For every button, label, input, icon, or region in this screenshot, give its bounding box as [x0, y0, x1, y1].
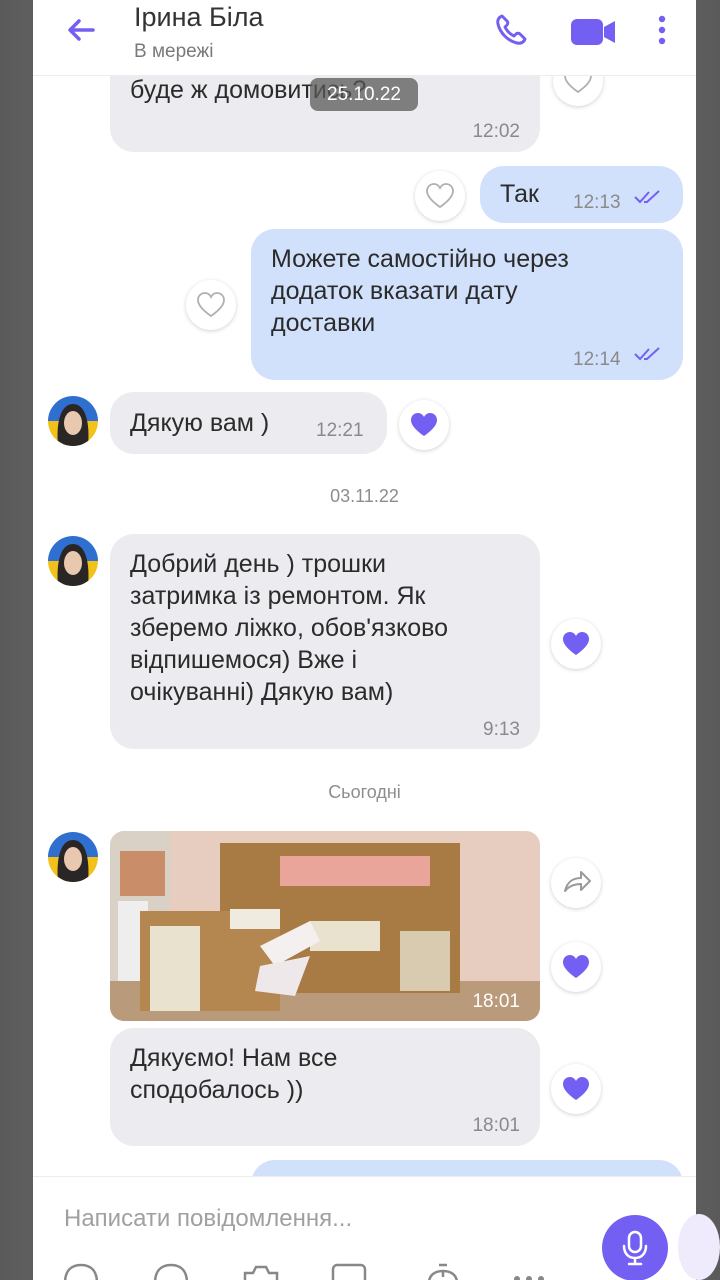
gallery-icon[interactable]: [151, 1263, 191, 1280]
avatar[interactable]: [48, 832, 98, 882]
avatar[interactable]: [48, 536, 98, 586]
message-text: Можете самостійно через додаток вказати …: [271, 245, 569, 337]
avatar[interactable]: [48, 396, 98, 446]
read-receipt-icon: [634, 190, 660, 204]
photo-message[interactable]: 18:01: [110, 831, 540, 1021]
message-time: 18:01: [472, 1115, 520, 1136]
message-time: 12:13: [573, 192, 621, 213]
more-vertical-icon[interactable]: [649, 10, 675, 50]
message-time: 18:01: [472, 991, 520, 1012]
message-bubble[interactable]: [251, 1160, 683, 1176]
message-bubble[interactable]: Дякую вам ) 12:21: [110, 392, 387, 454]
microphone-icon: [622, 1230, 648, 1266]
message-bubble[interactable]: Дякуємо! Нам все сподобалось )) 18:01: [110, 1028, 540, 1146]
more-options-icon[interactable]: [509, 1263, 549, 1280]
contact-status: В мережі: [134, 41, 214, 62]
message-bubble[interactable]: Можете самостійно через додаток вказати …: [251, 229, 683, 380]
message-list[interactable]: буде ж домовитись? 12:02 25.10.22 Так 12…: [33, 76, 696, 1176]
video-camera-icon[interactable]: [569, 11, 617, 51]
message-time: 12:14: [573, 349, 621, 370]
floating-date: 25.10.22: [310, 78, 418, 111]
heart-icon[interactable]: [553, 76, 603, 106]
message-time: 12:02: [472, 121, 520, 142]
side-decoration: [678, 1214, 720, 1280]
arrow-left-icon[interactable]: [61, 10, 101, 50]
gif-icon[interactable]: [329, 1263, 369, 1280]
message-text: Добрий день ) трошки затримка із ремонто…: [130, 550, 449, 706]
heart-icon[interactable]: [415, 171, 465, 221]
heart-icon[interactable]: [186, 280, 236, 330]
phone-screen: Ірина Біла В мережі буде ж домовитись? 1…: [33, 0, 696, 1280]
share-icon[interactable]: [551, 858, 601, 908]
message-time: 12:21: [316, 420, 364, 441]
message-text: Дякую вам ): [130, 409, 270, 437]
message-composer: [33, 1176, 696, 1280]
chat-header: Ірина Біла В мережі: [33, 0, 696, 76]
date-separator: 03.11.22: [330, 486, 399, 506]
heart-icon[interactable]: [551, 1064, 601, 1114]
timer-icon[interactable]: [423, 1263, 463, 1280]
message-bubble[interactable]: Так 12:13: [480, 166, 683, 223]
sticker-icon[interactable]: [61, 1263, 101, 1280]
microphone-button[interactable]: [602, 1215, 668, 1280]
message-bubble[interactable]: Добрий день ) трошки затримка із ремонто…: [110, 534, 540, 749]
camera-icon[interactable]: [241, 1263, 281, 1280]
phone-icon[interactable]: [491, 10, 531, 50]
read-receipt-icon: [634, 347, 660, 361]
heart-icon[interactable]: [551, 942, 601, 992]
heart-icon[interactable]: [551, 619, 601, 669]
message-input[interactable]: [64, 1199, 584, 1239]
message-text: Так: [500, 180, 539, 208]
contact-name[interactable]: Ірина Біла: [134, 2, 264, 33]
date-separator: Сьогодні: [328, 782, 401, 802]
heart-icon[interactable]: [399, 400, 449, 450]
message-text: Дякуємо! Нам все сподобалось )): [130, 1044, 338, 1104]
message-time: 9:13: [483, 719, 520, 740]
